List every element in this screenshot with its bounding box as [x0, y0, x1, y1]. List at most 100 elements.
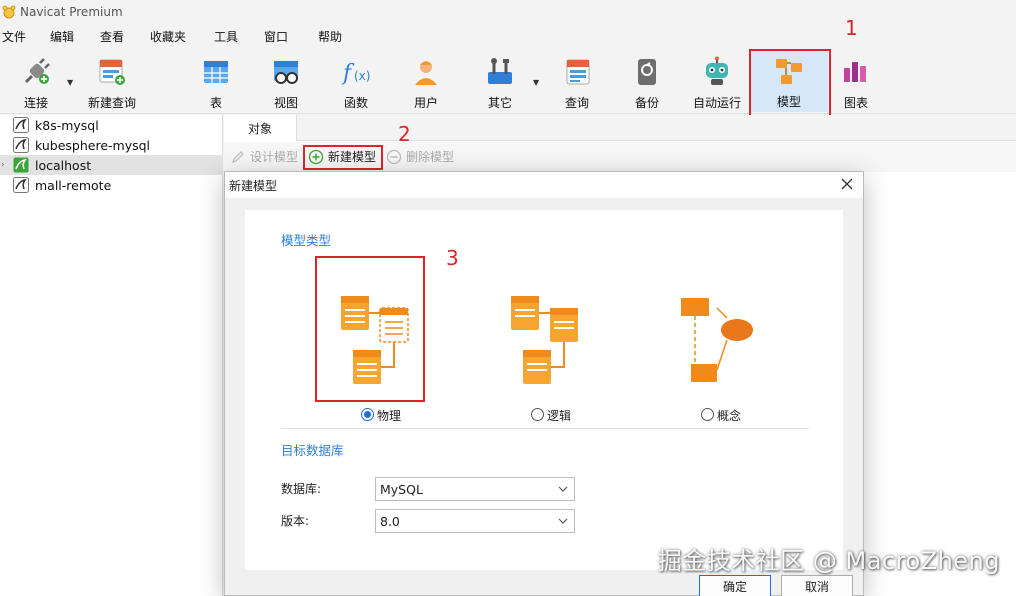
version-value: 8.0	[380, 513, 400, 529]
ok-button[interactable]: 确定	[699, 575, 771, 596]
function-icon: f (x)	[341, 61, 370, 86]
toolbar-model-button[interactable]: 模型	[750, 49, 828, 112]
toolbar-table-button[interactable]: 表	[196, 52, 236, 112]
add-circle-icon	[308, 149, 324, 164]
toolbar-backup-label: 备份	[634, 96, 659, 110]
database-value: MySQL	[380, 481, 423, 497]
target-db-title: 目标数据库	[281, 443, 344, 458]
toolbar-view-button[interactable]: 视图	[266, 52, 306, 112]
title-bar: Navicat Premium	[0, 0, 1016, 24]
connection-sidebar: k8s-mysql kubesphere-mysql › localhost m…	[0, 115, 223, 596]
chart-icon	[844, 62, 866, 82]
toolbar-chart-label: 图表	[843, 96, 868, 110]
navicat-logo-icon	[2, 5, 16, 19]
database-select[interactable]: MySQL	[375, 477, 575, 501]
section-divider	[281, 428, 809, 429]
toolbar-user-button[interactable]: 用户	[406, 52, 446, 112]
query-icon	[566, 59, 590, 85]
menu-help[interactable]: 帮助	[318, 28, 342, 45]
toolbar-function-button[interactable]: f (x) 函数	[336, 52, 376, 112]
connection-item-selected[interactable]: › localhost	[0, 155, 223, 175]
connection-item[interactable]: mall-remote	[0, 175, 223, 195]
toolbar-others-button[interactable]: 其它	[480, 52, 520, 112]
mysql-connection-icon	[13, 177, 29, 193]
menu-view[interactable]: 查看	[100, 28, 124, 45]
robot-icon	[706, 56, 728, 85]
model-type-title: 模型类型	[281, 233, 332, 248]
version-label: 版本:	[281, 514, 310, 528]
toolbar-function-label: 函数	[343, 96, 368, 110]
menu-tools[interactable]: 工具	[214, 28, 238, 45]
toolbar-connect-button[interactable]: 连接	[14, 52, 58, 112]
logical-radio[interactable]	[531, 408, 544, 421]
connection-label: k8s-mysql	[35, 117, 99, 133]
physical-model-icon	[341, 296, 409, 384]
toolbar-automation-label: 自动运行	[692, 96, 741, 110]
mysql-connection-icon	[13, 157, 29, 173]
logical-model-icon	[511, 296, 578, 384]
view-icon	[274, 61, 298, 84]
logical-label: 逻辑	[547, 409, 572, 423]
annotation-number-3: 3	[446, 246, 459, 270]
model-type-conceptual-option[interactable]: 概念	[665, 290, 773, 430]
version-select[interactable]: 8.0	[375, 509, 575, 533]
dialog-panel: 模型类型 物理 逻辑 概念 目标数据库 数据库: MySQL 版本: 8.0	[245, 210, 843, 570]
connection-label: localhost	[35, 157, 92, 173]
dialog-title-bar: 新建模型	[225, 172, 863, 198]
chevron-down-icon	[558, 518, 568, 524]
model-type-physical-option[interactable]: 物理	[325, 290, 433, 430]
expand-arrow-icon[interactable]: ›	[1, 160, 5, 170]
toolbar-automation-button[interactable]: 自动运行	[690, 52, 744, 112]
design-model-button[interactable]: 设计模型	[230, 148, 298, 165]
connection-item[interactable]: kubesphere-mysql	[0, 135, 223, 155]
toolbar-new-query-button[interactable]: 新建查询	[86, 52, 138, 112]
delete-model-label: 删除模型	[406, 150, 455, 164]
dialog-title: 新建模型	[229, 178, 278, 193]
menu-bar: 文件 编辑 查看 收藏夹 工具 窗口 帮助	[0, 24, 1016, 48]
cancel-button[interactable]: 取消	[781, 575, 853, 596]
close-icon[interactable]	[839, 176, 855, 192]
toolbar-query-label: 查询	[564, 96, 589, 110]
menu-file[interactable]: 文件	[2, 28, 26, 45]
connect-dropdown-arrow-icon[interactable]: ▼	[67, 78, 73, 87]
toolbar-query-button[interactable]: 查询	[557, 52, 597, 112]
menu-edit[interactable]: 编辑	[50, 28, 74, 45]
new-model-button[interactable]: 新建模型	[308, 148, 376, 165]
new-model-label: 新建模型	[328, 150, 377, 164]
table-icon	[204, 61, 228, 83]
others-dropdown-arrow-icon[interactable]: ▼	[533, 78, 539, 87]
toolbar-table-label: 表	[209, 96, 222, 110]
connection-item[interactable]: k8s-mysql	[0, 115, 223, 135]
toolbar-backup-button[interactable]: 备份	[627, 52, 667, 112]
app-title: Navicat Premium	[20, 5, 123, 19]
svg-text:(x): (x)	[354, 69, 370, 83]
database-label: 数据库:	[281, 482, 322, 496]
delete-model-button[interactable]: 删除模型	[386, 148, 454, 165]
tools-icon	[488, 58, 512, 84]
menu-window[interactable]: 窗口	[264, 28, 288, 45]
conceptual-radio[interactable]	[701, 408, 714, 421]
conceptual-model-icon	[681, 298, 753, 382]
menu-favorites[interactable]: 收藏夹	[150, 28, 186, 45]
tab-bar: 对象	[224, 115, 1016, 141]
remove-circle-icon	[386, 149, 402, 164]
dialog-body: 模型类型 物理 逻辑 概念 目标数据库 数据库: MySQL 版本: 8.0 确…	[225, 198, 863, 596]
toolbar-chart-button[interactable]: 图表	[836, 52, 876, 112]
toolbar-user-label: 用户	[413, 96, 438, 110]
chevron-down-icon	[558, 486, 568, 492]
annotation-number-2: 2	[398, 122, 411, 146]
toolbar-view-label: 视图	[273, 96, 298, 110]
new-query-icon	[99, 59, 125, 85]
design-model-label: 设计模型	[250, 150, 299, 164]
model-type-logical-option[interactable]: 逻辑	[495, 290, 603, 430]
physical-label: 物理	[377, 409, 402, 423]
physical-radio[interactable]	[361, 408, 374, 421]
object-toolbar: 设计模型 新建模型 删除模型	[224, 142, 1016, 172]
tab-objects[interactable]: 对象	[224, 115, 297, 141]
toolbar-model-label: 模型	[776, 95, 801, 109]
plug-icon	[24, 58, 50, 84]
svg-text:f: f	[341, 61, 355, 86]
toolbar-others-label: 其它	[487, 96, 512, 110]
mysql-connection-icon	[13, 117, 29, 133]
toolbar-new-query-label: 新建查询	[87, 96, 136, 110]
